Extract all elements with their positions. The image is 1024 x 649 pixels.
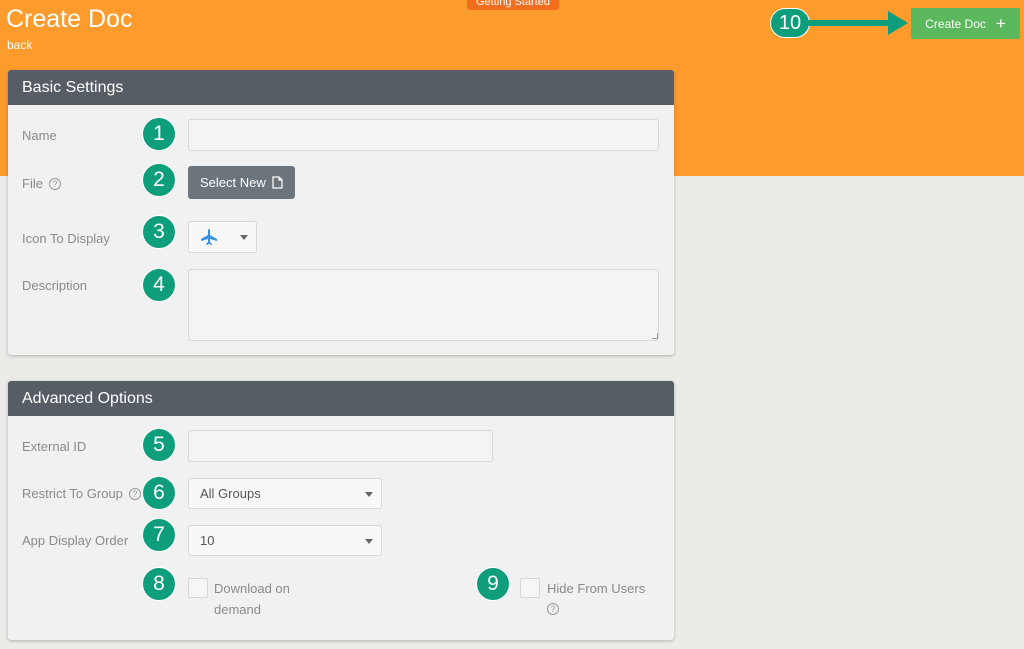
create-doc-button[interactable]: Create Doc + (911, 8, 1020, 39)
getting-started-tab[interactable]: Getting Started (467, 0, 559, 10)
page-title: Create Doc (6, 5, 133, 33)
callout-badge-6: 6 (142, 476, 176, 510)
icon-select[interactable] (188, 221, 257, 253)
chevron-down-icon (240, 235, 248, 240)
restrict-group-select[interactable]: All Groups (188, 478, 382, 509)
external-id-label: External ID (22, 439, 87, 454)
display-order-value: 10 (200, 533, 215, 548)
callout-badge-5: 5 (142, 428, 176, 462)
callout-badge-3: 3 (142, 215, 176, 249)
display-order-select[interactable]: 10 (188, 525, 382, 556)
callout-badge-9: 9 (476, 567, 510, 601)
advanced-options-card: Advanced Options External ID Restrict To… (8, 381, 674, 640)
download-on-demand-label: Download on demand (214, 581, 290, 617)
chevron-down-icon (365, 538, 373, 544)
callout-arrow-line (808, 20, 892, 26)
callout-badge-8: 8 (142, 567, 176, 601)
create-doc-button-label: Create Doc (925, 16, 986, 31)
plus-icon: + (995, 14, 1006, 33)
file-icon (272, 176, 283, 189)
callout-badge-7: 7 (142, 518, 176, 552)
file-label-row: File ? (22, 176, 61, 191)
back-link[interactable]: back (7, 38, 32, 52)
help-icon[interactable]: ? (547, 603, 559, 615)
external-id-input[interactable] (188, 430, 493, 462)
file-label: File (22, 176, 43, 191)
basic-settings-title: Basic Settings (8, 70, 674, 105)
description-textarea[interactable] (188, 269, 659, 341)
restrict-group-value: All Groups (200, 486, 261, 501)
basic-settings-card: Basic Settings Name File ? Select New Ic… (8, 70, 674, 355)
chevron-down-icon (365, 491, 373, 497)
restrict-group-label-row: Restrict To Group ? (22, 486, 141, 501)
select-new-label: Select New (200, 175, 266, 190)
description-label: Description (22, 278, 88, 293)
hide-from-users-checkbox[interactable] (520, 578, 540, 598)
hide-from-users-label: Hide From Users (547, 581, 646, 596)
resize-handle[interactable] (652, 333, 658, 339)
advanced-options-title: Advanced Options (8, 381, 674, 416)
callout-badge-2: 2 (142, 163, 176, 197)
callout-badge-1: 1 (142, 117, 176, 151)
name-label: Name (22, 128, 57, 143)
help-icon[interactable]: ? (128, 487, 141, 500)
arrow-right-icon (888, 11, 908, 35)
display-order-label: App Display Order (22, 533, 129, 548)
select-new-button[interactable]: Select New (188, 166, 295, 199)
help-icon[interactable]: ? (48, 177, 61, 190)
callout-badge-10: 10 (770, 8, 810, 38)
icon-label: Icon To Display (22, 231, 110, 246)
download-on-demand-checkbox[interactable] (188, 578, 208, 598)
restrict-group-label: Restrict To Group (22, 486, 123, 501)
airplane-icon (201, 229, 217, 245)
callout-badge-4: 4 (142, 268, 176, 302)
name-input[interactable] (188, 119, 659, 151)
